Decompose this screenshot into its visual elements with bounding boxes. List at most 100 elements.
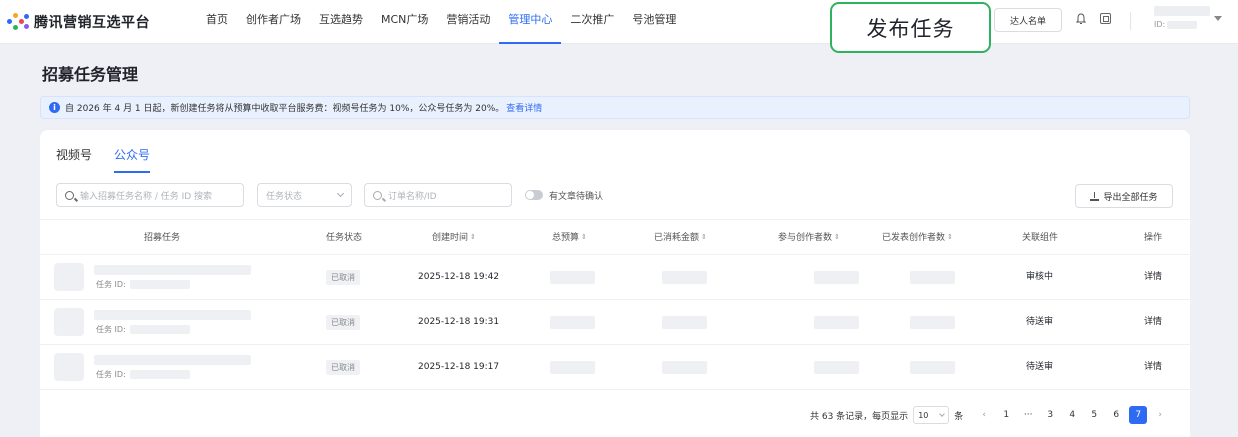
page-5[interactable]: 5: [1085, 406, 1103, 424]
component-status: 待送审: [1026, 317, 1054, 327]
page-6[interactable]: 6: [1107, 406, 1125, 424]
page-title: 招募任务管理: [42, 65, 139, 84]
logo-text: 腾讯营销互选平台: [34, 14, 150, 31]
budget-placeholder: [550, 271, 595, 284]
consumed-placeholder: [662, 316, 707, 329]
nav-item-management[interactable]: 管理中心: [499, 0, 562, 44]
component-status: 待送审: [1026, 362, 1054, 372]
status-badge: 已取消: [326, 315, 360, 330]
budget-placeholder: [550, 361, 595, 374]
header-consumed[interactable]: 已消耗金额 ⇕: [654, 220, 707, 256]
divider: [1130, 12, 1131, 30]
nav-item-trends[interactable]: 互选趋势: [310, 0, 372, 44]
chevron-down-icon: [939, 410, 946, 417]
nav-item-secondary-promotion[interactable]: 二次推广: [561, 0, 623, 44]
sort-icon: ⇕: [581, 233, 587, 241]
search-icon: [373, 190, 382, 200]
main-nav: 首页 创作者广场 互选趋势 MCN广场 营销活动 管理中心 二次推广 号池管理: [197, 0, 685, 44]
published-placeholder: [910, 316, 955, 329]
participants-placeholder: [814, 361, 859, 374]
task-id: 任务 ID:: [96, 369, 190, 380]
nav-item-account-pool[interactable]: 号池管理: [623, 0, 685, 44]
talent-list-button[interactable]: 达人名单: [994, 8, 1062, 32]
sort-icon: ⇕: [470, 233, 476, 241]
task-thumbnail: [54, 263, 84, 291]
details-link[interactable]: 详情: [1144, 300, 1162, 345]
table-row: 任务 ID: 已取消 2025-12-18 19:17 待送审 详情: [40, 345, 1190, 390]
user-id: ID:: [1154, 20, 1198, 29]
task-id: 任务 ID:: [96, 324, 190, 335]
nav-item-mcn-square[interactable]: MCN广场: [372, 0, 437, 44]
details-link[interactable]: 详情: [1144, 255, 1162, 300]
logo-icon: [7, 12, 29, 31]
page-3[interactable]: 3: [1041, 406, 1059, 424]
task-name-placeholder: [94, 355, 251, 365]
notice-details-link[interactable]: 查看详情: [506, 101, 542, 114]
header-status: 任务状态: [326, 233, 363, 243]
download-icon: [1090, 191, 1100, 201]
page-size-unit: 条: [954, 411, 964, 422]
page-size-select[interactable]: 10: [913, 406, 950, 424]
created-time: 2025-12-18 19:17: [418, 362, 500, 372]
nav-item-campaigns[interactable]: 营销活动: [437, 0, 499, 44]
export-all-tasks-button[interactable]: 导出全部任务: [1075, 184, 1173, 208]
user-menu-chevron-down-icon[interactable]: [1214, 16, 1222, 21]
nav-item-home[interactable]: 首页: [197, 0, 237, 44]
task-status-select[interactable]: 任务状态: [257, 183, 352, 207]
toggle-switch[interactable]: [525, 190, 543, 200]
header-budget[interactable]: 总预算 ⇕: [552, 220, 587, 256]
pending-article-toggle[interactable]: 有文章待确认: [525, 189, 603, 202]
info-icon: i: [49, 102, 60, 113]
sort-icon: ⇕: [834, 233, 840, 241]
channel-tabs: 视频号 公众号: [56, 146, 172, 173]
component-status: 审核中: [1026, 272, 1054, 282]
sort-icon: ⇕: [947, 233, 953, 241]
task-table: 招募任务 任务状态 创建时间 ⇕ 总预算 ⇕ 已消耗金额 ⇕ 参与创作者数 ⇕ 已发表创…: [40, 219, 1190, 390]
table-header: 招募任务 任务状态 创建时间 ⇕ 总预算 ⇕ 已消耗金额 ⇕ 参与创作者数 ⇕ 已发表创…: [40, 219, 1190, 255]
chevron-down-icon: [336, 189, 345, 198]
created-time: 2025-12-18 19:42: [418, 272, 500, 282]
tab-channels[interactable]: 视频号: [56, 146, 92, 173]
search-icon: [65, 190, 74, 200]
consumed-placeholder: [662, 271, 707, 284]
task-name-placeholder: [94, 310, 251, 320]
page-7[interactable]: 7: [1129, 406, 1148, 424]
participants-placeholder: [814, 271, 859, 284]
publish-task-button[interactable]: 发布任务: [830, 2, 991, 53]
pagination-summary: 共 63 条记录，每页显示: [810, 411, 909, 422]
task-search-input[interactable]: 输入招募任务名称 / 任务 ID 搜索: [56, 183, 244, 207]
apps-icon[interactable]: [1100, 13, 1111, 24]
header-component: 关联组件: [1022, 233, 1059, 243]
task-id: 任务 ID:: [96, 279, 190, 290]
pagination: 共 63 条记录，每页显示 10 条 ‹ 1 ··· 3 4 5 6 7 ›: [810, 406, 1171, 424]
task-thumbnail: [54, 353, 84, 381]
prev-page-button[interactable]: ‹: [975, 406, 993, 424]
header-created[interactable]: 创建时间 ⇕: [432, 220, 476, 256]
task-card: 视频号 公众号 输入招募任务名称 / 任务 ID 搜索 任务状态 订单名称/ID…: [40, 130, 1190, 437]
created-time: 2025-12-18 19:31: [418, 317, 500, 327]
status-badge: 已取消: [326, 360, 360, 375]
page-ellipsis[interactable]: ···: [1019, 406, 1037, 424]
page-1[interactable]: 1: [997, 406, 1015, 424]
page-4[interactable]: 4: [1063, 406, 1081, 424]
details-link[interactable]: 详情: [1144, 345, 1162, 390]
header-participants[interactable]: 参与创作者数 ⇕: [778, 220, 840, 256]
notice-banner: i 自 2026 年 4 月 1 日起，新创建任务将从预算中收取平台服务费：视频…: [40, 96, 1190, 119]
header-action: 操作: [1144, 233, 1163, 243]
nav-item-creator-square[interactable]: 创作者广场: [237, 0, 310, 44]
header-task: 招募任务: [144, 233, 181, 243]
order-search-input[interactable]: 订单名称/ID: [364, 183, 512, 207]
consumed-placeholder: [662, 361, 707, 374]
bell-icon[interactable]: [1076, 13, 1086, 25]
header-published[interactable]: 已发表创作者数 ⇕: [882, 220, 953, 256]
logo[interactable]: 腾讯营销互选平台: [7, 12, 197, 32]
table-row: 任务 ID: 已取消 2025-12-18 19:31 待送审 详情: [40, 300, 1190, 345]
filter-bar: 输入招募任务名称 / 任务 ID 搜索 任务状态 订单名称/ID 有文章待确认: [56, 183, 603, 207]
tab-official-account[interactable]: 公众号: [114, 146, 151, 173]
table-row: 任务 ID: 已取消 2025-12-18 19:42 审核中 详情: [40, 255, 1190, 300]
task-name-placeholder: [94, 265, 251, 275]
next-page-button[interactable]: ›: [1151, 406, 1169, 424]
task-thumbnail: [54, 308, 84, 336]
published-placeholder: [910, 271, 955, 284]
sort-icon: ⇕: [701, 233, 707, 241]
